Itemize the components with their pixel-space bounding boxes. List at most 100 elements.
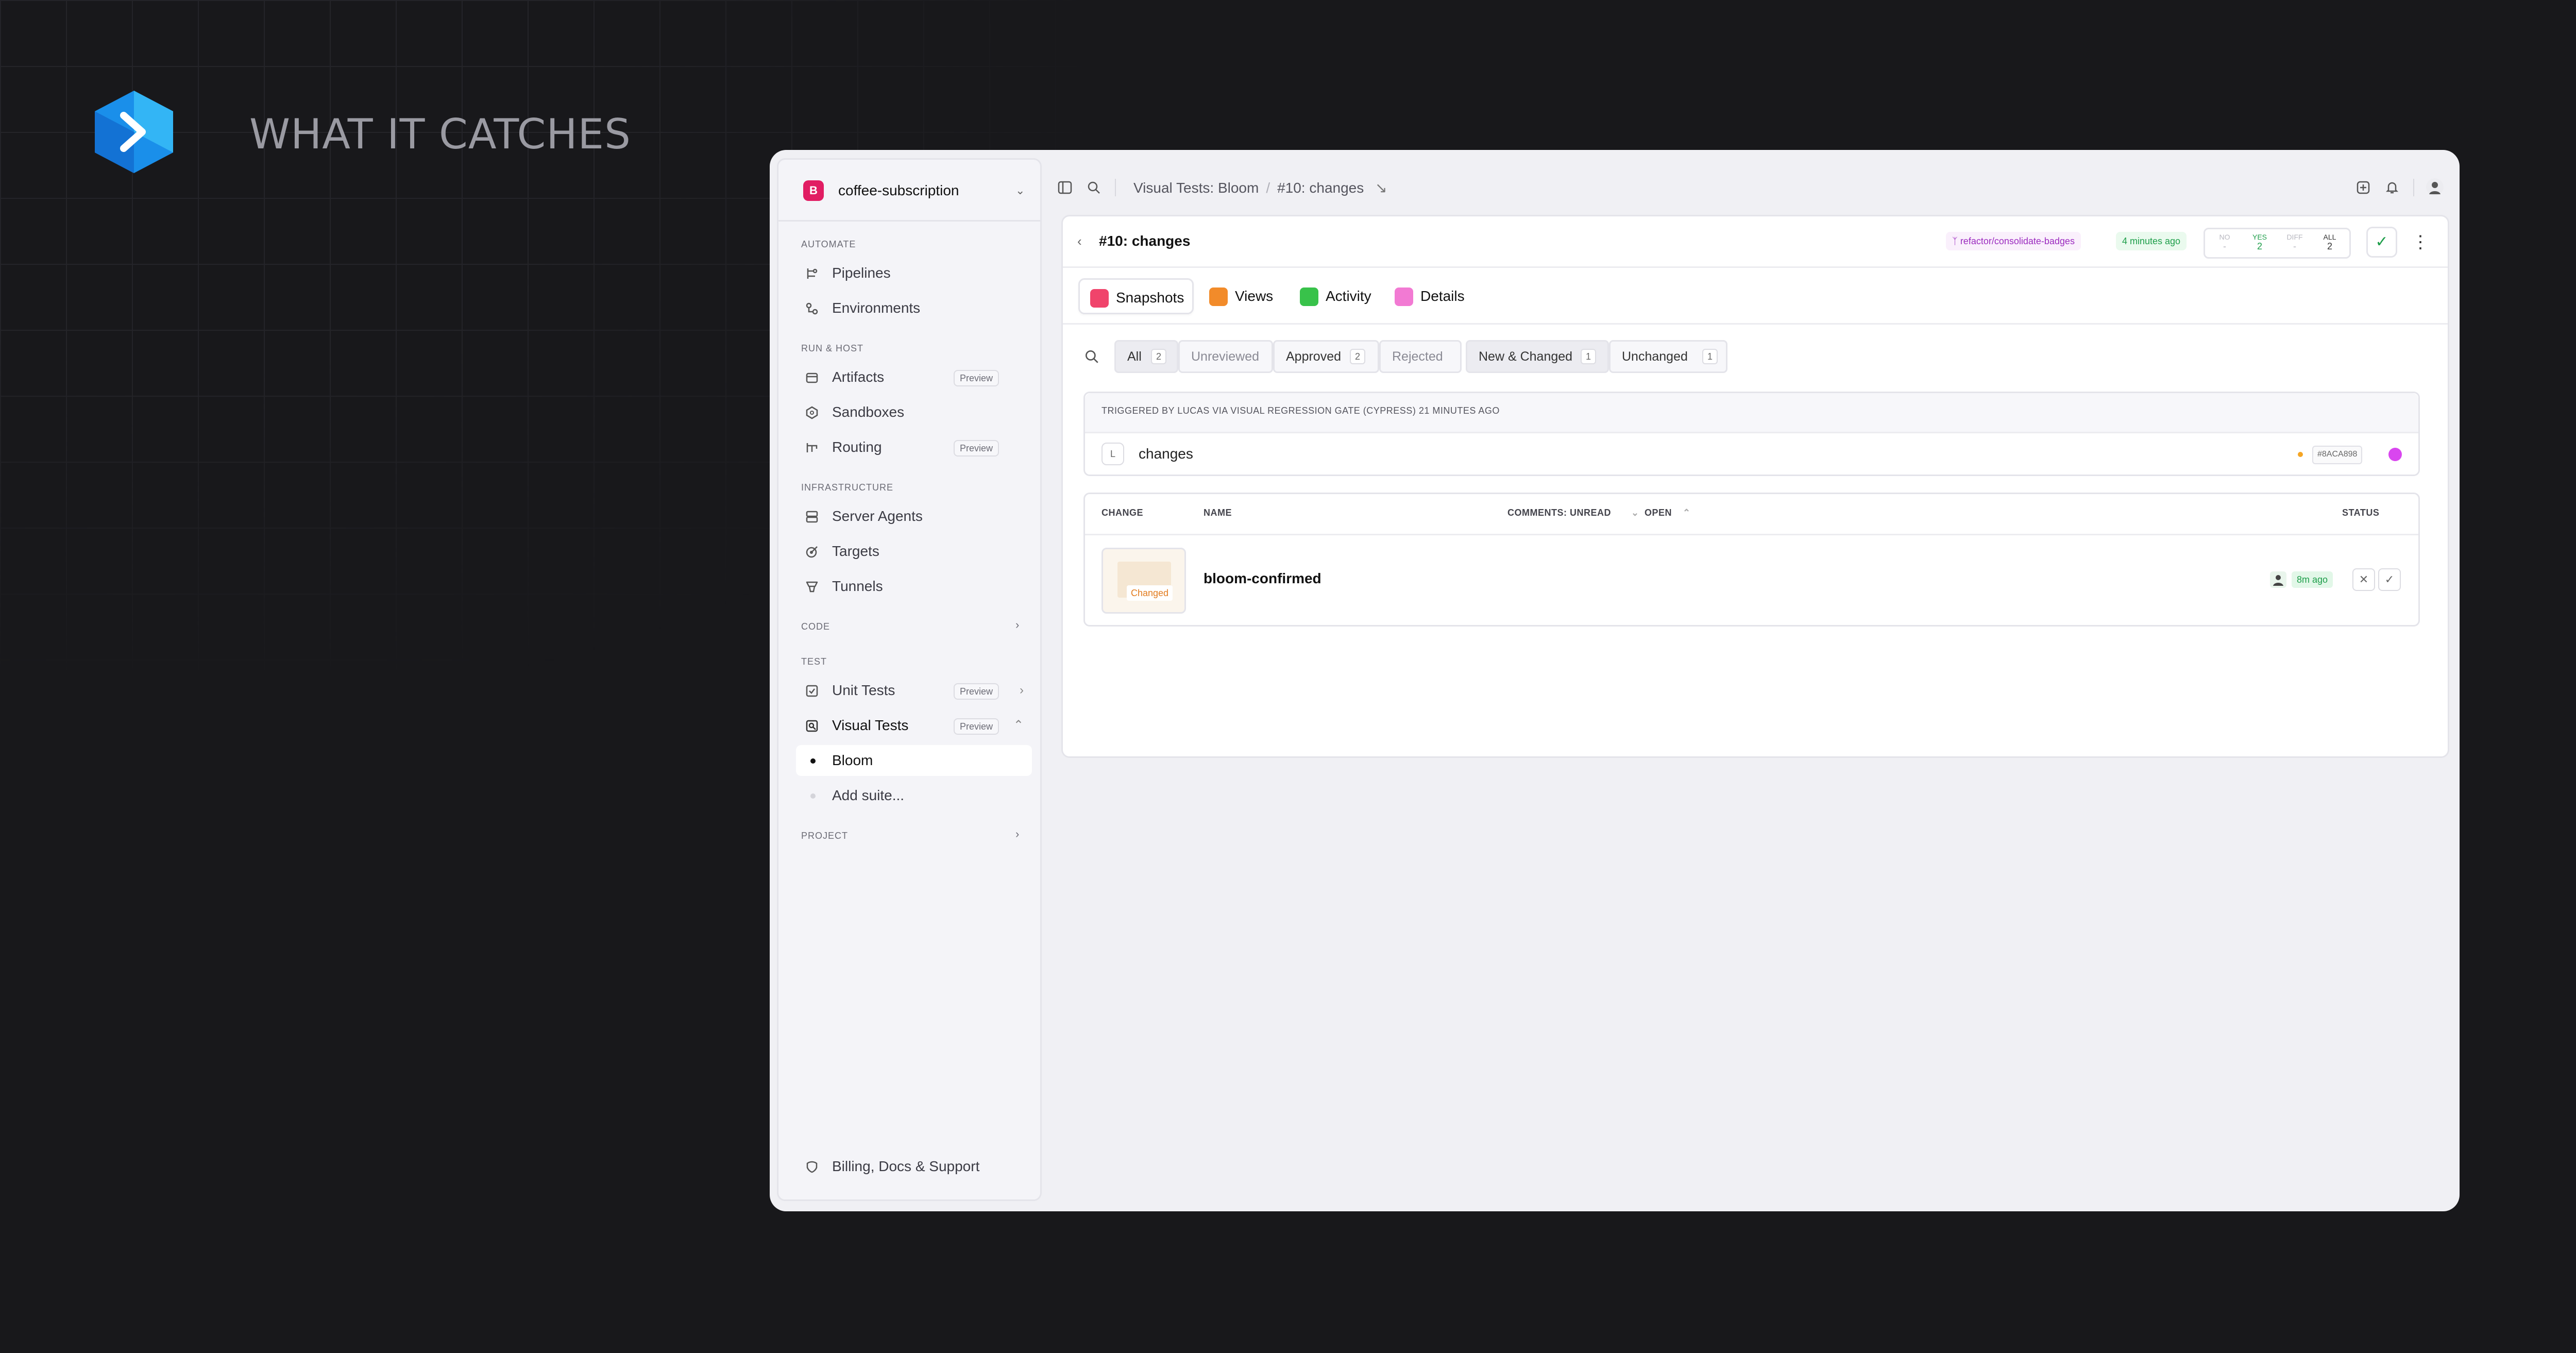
pipeline-icon bbox=[807, 268, 818, 279]
filter-label: Unchanged bbox=[1622, 349, 1688, 364]
col-comments-unread[interactable]: COMMENTS: UNREAD bbox=[1507, 508, 1611, 518]
col-open[interactable]: OPEN bbox=[1645, 508, 1672, 518]
more-options-icon[interactable]: ⋮ bbox=[2412, 227, 2429, 258]
filter-all[interactable]: All 2 bbox=[1114, 340, 1178, 373]
search-icon[interactable] bbox=[1086, 180, 1101, 195]
project-name: coffee-subscription bbox=[838, 182, 959, 198]
sidebar-item-label: Targets bbox=[832, 543, 879, 559]
chevron-left-icon[interactable]: ‹ bbox=[1077, 231, 1082, 251]
add-square-icon[interactable] bbox=[2355, 180, 2371, 195]
section-test: TEST bbox=[801, 656, 827, 667]
billing-docs-support-link[interactable]: Billing, Docs & Support bbox=[796, 1151, 1032, 1182]
divider bbox=[2413, 179, 2414, 196]
app-window: B coffee-subscription ⌄ AUTOMATE Pipelin… bbox=[770, 150, 2460, 1211]
sidebar-item-tunnels[interactable]: Tunnels bbox=[796, 571, 1032, 602]
tab-views[interactable]: Views bbox=[1199, 278, 1277, 314]
filter-new-changed[interactable]: New & Changed 1 bbox=[1466, 340, 1609, 373]
sidebar-item-pipelines[interactable]: Pipelines bbox=[796, 258, 1032, 289]
trigger-header: TRIGGERED BY LUCAS VIA VISUAL REGRESSION… bbox=[1085, 393, 2418, 433]
top-bar: Visual Tests: Bloom / #10: changes ↘ bbox=[1052, 158, 2450, 220]
sidebar-item-label: Server Agents bbox=[832, 508, 923, 524]
integration-icon[interactable] bbox=[2388, 448, 2402, 461]
avatar[interactable] bbox=[2426, 178, 2444, 196]
stat-key: NO bbox=[2219, 233, 2230, 241]
snapshot-thumbnail[interactable]: Changed bbox=[1101, 548, 1186, 614]
approve-button[interactable]: ✓ bbox=[2378, 568, 2401, 591]
filter-label: New & Changed bbox=[1479, 349, 1573, 364]
approve-build-button[interactable]: ✓ bbox=[2366, 227, 2397, 258]
sidebar-item-server-agents[interactable]: Server Agents bbox=[796, 501, 1032, 532]
snapshot-name[interactable]: bloom-confirmed bbox=[1204, 570, 1321, 587]
trigger-text: TRIGGERED BY LUCAS VIA VISUAL REGRESSION… bbox=[1101, 405, 1500, 416]
bell-icon[interactable] bbox=[2384, 180, 2400, 195]
filter-label: Approved bbox=[1286, 349, 1342, 364]
sidebar-item-visual-tests[interactable]: Visual Tests Preview ⌃ bbox=[796, 710, 1032, 741]
tab-activity[interactable]: Activity bbox=[1290, 278, 1380, 314]
commit-hash[interactable]: #8ACA898 bbox=[2312, 446, 2363, 464]
sidebar-item-label: Bloom bbox=[832, 752, 873, 768]
sidebar-item-environments[interactable]: Environments bbox=[796, 293, 1032, 324]
check-icon: ✓ bbox=[2375, 233, 2388, 250]
active-dot-icon bbox=[810, 758, 816, 764]
branch-badge[interactable]: ᛉ refactor/consolidate-badges bbox=[1946, 232, 2081, 250]
tab-snapshots[interactable]: Snapshots bbox=[1078, 278, 1194, 314]
filter-count: 1 bbox=[1702, 349, 1718, 364]
section-code[interactable]: CODE bbox=[801, 621, 830, 632]
close-icon: ✕ bbox=[2359, 573, 2369, 586]
section-automate: AUTOMATE bbox=[801, 239, 856, 249]
details-icon bbox=[1395, 287, 1413, 306]
col-name: NAME bbox=[1204, 508, 1232, 518]
sidebar-item-sandboxes[interactable]: Sandboxes bbox=[796, 397, 1032, 428]
test-icon bbox=[806, 685, 818, 697]
filter-count: 1 bbox=[1581, 349, 1596, 364]
sidebar-item-targets[interactable]: Targets bbox=[796, 536, 1032, 567]
sidebar-item-artifacts[interactable]: Artifacts Preview bbox=[796, 362, 1032, 393]
section-project[interactable]: PROJECT bbox=[801, 831, 848, 841]
sidebar-item-bloom[interactable]: Bloom bbox=[796, 745, 1032, 776]
filter-unreviewed[interactable]: Unreviewed bbox=[1178, 340, 1273, 373]
tab-bar: Snapshots Views Activity Details bbox=[1063, 268, 2448, 325]
tab-label: Details bbox=[1420, 288, 1465, 304]
arrow-down-right-icon[interactable]: ↘ bbox=[1375, 180, 1387, 196]
stat-yes: YES 2 bbox=[2244, 232, 2275, 251]
breadcrumb-separator: / bbox=[1266, 180, 1270, 196]
reject-button[interactable]: ✕ bbox=[2352, 568, 2375, 591]
stat-value: 2 bbox=[2327, 241, 2332, 251]
visual-test-icon bbox=[806, 720, 818, 732]
breadcrumb-current[interactable]: #10: changes bbox=[1277, 180, 1364, 196]
tab-details[interactable]: Details bbox=[1384, 278, 1469, 314]
filter-label: Rejected bbox=[1392, 349, 1443, 364]
sidebar-item-unit-tests[interactable]: Unit Tests Preview › bbox=[796, 675, 1032, 706]
preview-badge: Preview bbox=[954, 440, 999, 456]
filter-rejected[interactable]: Rejected bbox=[1379, 340, 1462, 373]
chevron-right-icon[interactable]: › bbox=[1015, 827, 1020, 841]
filter-label: Unreviewed bbox=[1191, 349, 1260, 364]
sort-icon[interactable]: ⌃ bbox=[1683, 508, 1691, 518]
chevron-up-icon: ⌃ bbox=[1013, 718, 1024, 732]
sidebar-item-routing[interactable]: Routing Preview bbox=[796, 432, 1032, 463]
sort-icon[interactable]: ⌄ bbox=[1631, 508, 1639, 518]
environment-icon bbox=[806, 302, 818, 315]
status-dot-icon bbox=[2298, 452, 2303, 457]
sidebar-item-add-suite[interactable]: Add suite... bbox=[796, 780, 1032, 811]
stat-value: - bbox=[2293, 241, 2296, 251]
filter-label: All bbox=[1127, 349, 1142, 364]
filter-approved[interactable]: Approved 2 bbox=[1273, 340, 1379, 373]
filter-unchanged[interactable]: Unchanged 1 bbox=[1609, 340, 1727, 373]
stat-diff: DIFF - bbox=[2279, 232, 2310, 251]
stat-value: 2 bbox=[2257, 241, 2262, 251]
routing-icon bbox=[806, 443, 818, 452]
search-icon[interactable] bbox=[1083, 348, 1100, 365]
sidebar-item-label: Tunnels bbox=[832, 578, 883, 594]
stat-key: ALL bbox=[2323, 233, 2336, 241]
sidebar-toggle-icon[interactable] bbox=[1057, 180, 1073, 195]
project-switcher[interactable]: B coffee-subscription ⌄ bbox=[778, 160, 1040, 222]
change-tag: Changed bbox=[1127, 585, 1173, 601]
chevron-right-icon[interactable]: › bbox=[1015, 618, 1020, 632]
tab-label: Views bbox=[1235, 288, 1274, 304]
breadcrumb-parent[interactable]: Visual Tests: Bloom bbox=[1133, 180, 1259, 196]
hexagon-icon bbox=[806, 406, 818, 419]
sidebar-item-label: Pipelines bbox=[832, 265, 891, 281]
col-status: STATUS bbox=[2342, 508, 2380, 518]
trigger-name[interactable]: changes bbox=[1139, 443, 1193, 465]
